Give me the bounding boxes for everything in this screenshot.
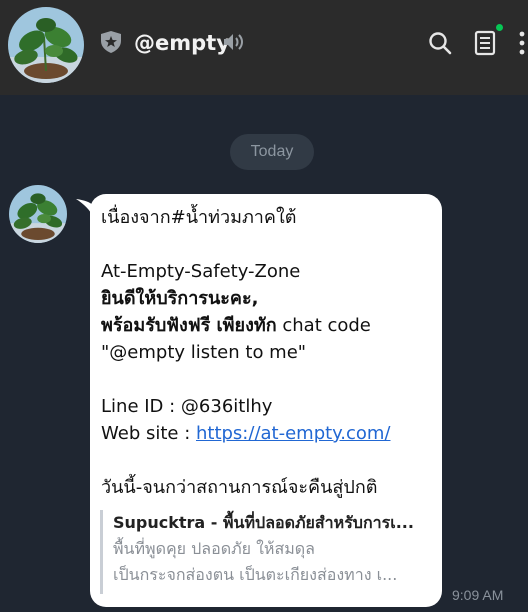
shield-star-icon	[101, 31, 121, 53]
message-bold-text: พร้อมรับฟังฟรี เพียงทัก	[101, 315, 277, 336]
sender-avatar[interactable]	[9, 185, 67, 243]
chat-title: @empty	[134, 31, 230, 55]
link-preview[interactable]: Supucktra - พื้นที่ปลอดภัยสำหรับการเ... …	[100, 510, 420, 594]
message-line: พร้อมรับฟังฟรี เพียงทัก chat code	[101, 312, 430, 339]
message-bubble[interactable]: เนื่องจาก#น้ำท่วมภาคใต้ At-Empty-Safety-…	[90, 194, 442, 607]
message-line: Line ID : @636itlhy	[101, 396, 273, 417]
message-line: เนื่องจาก#น้ำท่วมภาคใต้	[101, 207, 297, 228]
chat-avatar[interactable]	[8, 7, 84, 83]
message-line: ยินดีให้บริการนะคะ,	[101, 288, 259, 309]
link-preview-title: Supucktra - พื้นที่ปลอดภัยสำหรับการเ...	[113, 513, 414, 532]
message-line: "@empty listen to me"	[101, 342, 307, 363]
search-icon[interactable]	[428, 31, 452, 55]
message-text: Web site :	[101, 423, 196, 444]
message-text: chat code	[276, 315, 371, 336]
plant-avatar-image	[9, 185, 67, 243]
speaker-icon[interactable]	[222, 32, 244, 52]
message-line: At-Empty-Safety-Zone	[101, 261, 301, 282]
plant-avatar-image	[8, 7, 84, 83]
more-icon[interactable]	[517, 30, 527, 56]
message-timestamp: 9:09 AM	[452, 587, 504, 603]
link-preview-description: เป็นกระจกส่องตน เป็นตะเกียงส่องทาง เ...	[113, 565, 398, 584]
notes-icon[interactable]	[474, 30, 496, 56]
date-separator: Today	[230, 134, 314, 170]
website-link[interactable]: https://at-empty.com/	[196, 423, 391, 444]
message-line: วันนี้-จนกว่าสถานการณ์จะคืนสู่ปกติ	[101, 477, 378, 498]
link-preview-description: พื้นที่พูดคุย ปลอดภัย ให้สมดุล	[113, 539, 315, 558]
message-line: Web site : https://at-empty.com/	[101, 420, 430, 447]
chat-header: @empty	[0, 0, 528, 95]
online-status-dot	[496, 24, 503, 31]
